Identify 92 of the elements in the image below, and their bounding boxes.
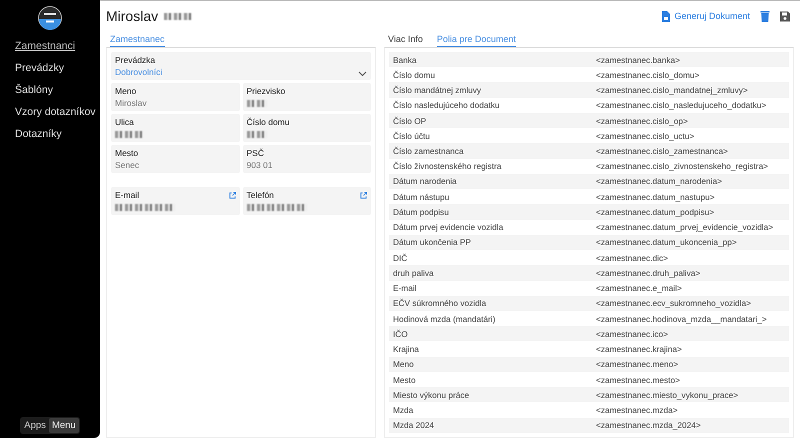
switch-option[interactable]: Menu [48, 418, 79, 433]
field-name: E-mail [393, 283, 418, 294]
field-name: Miesto výkonu práce [393, 390, 470, 400]
field-name: EČV súkromného vozidla [393, 298, 488, 308]
placeholder-tag: <zamestnanec.datum_narodenia> [596, 176, 785, 186]
field-label: Ulica [115, 117, 134, 127]
placeholder-tag: <zamestnanec.cislo_domu> [596, 70, 785, 80]
sidebar-item[interactable]: Dotazníky [15, 128, 100, 140]
placeholder-tag: <zamestnanec.miesto_vykonu_prace> [596, 390, 785, 400]
placeholder-tag: <zamestnanec.datum_podpisu> [596, 206, 785, 217]
field-name: Hodinová mzda (mandatári) [393, 314, 496, 324]
form-field[interactable]: Priezvisko [242, 83, 371, 111]
form-field[interactable]: Mesto Senec [111, 145, 240, 173]
redacted-text [115, 131, 143, 138]
placeholder-tag: <zamestnanec.ecv_sukromneho_vozidla> [596, 298, 785, 308]
page-title: Miroslav [106, 8, 158, 24]
sidebar-item[interactable]: Zamestnanci [15, 40, 100, 52]
field-name: Číslo nasledujúceho dodatku [393, 100, 501, 110]
field-name: Meno [393, 359, 415, 370]
form-field[interactable]: Číslo domu [242, 114, 371, 142]
document-icon [661, 10, 672, 22]
field-name: Dátum ukončenia PP [393, 237, 472, 248]
placeholder-tag: <zamestnanec.cislo_uctu> [596, 130, 785, 141]
field-name: Mzda [393, 405, 414, 415]
field-name: Dátum podpisu [393, 206, 450, 217]
placeholder-tag: <zamestnanec.mzda_2024> [596, 420, 785, 430]
field-name: Číslo živnostenského registra [393, 161, 502, 172]
field-label: PSČ [246, 148, 264, 158]
placeholder-tag: <zamestnanec.mesto> [596, 374, 785, 385]
field-name: Dátum narodenia [393, 176, 458, 186]
redacted-text [246, 131, 266, 138]
placeholder-tag: <zamestnanec.cislo_zivnostenskeho_registra> [596, 161, 785, 172]
placeholder-tag: <zamestnanec.hodinova_mzda__mandatari_> [596, 314, 785, 324]
field-label: Číslo domu [246, 117, 290, 127]
field-label: Telefón [246, 190, 274, 200]
logo-icon [38, 6, 62, 30]
generate-document-button[interactable]: Generuj Dokument [661, 10, 750, 22]
switch-option[interactable]: Apps [21, 418, 49, 433]
placeholder-tag: <zamestnanec.banka> [596, 54, 785, 65]
trash-icon[interactable] [760, 10, 770, 22]
field-name: Číslo domu [393, 70, 436, 80]
field-name: Mzda 2024 [393, 420, 436, 430]
placeholder-tag: <zamestnanec.e_mail> [596, 283, 785, 294]
placeholder-tag: <zamestnanec.krajina> [596, 344, 785, 354]
placeholder-tag: <zamestnanec.datum_prvej_evidencie_vozidla> [596, 222, 785, 232]
field-value: Senec [115, 160, 140, 170]
external-link-icon[interactable] [228, 192, 236, 198]
field-value: 903 01 [246, 160, 272, 170]
placeholder-tag: <zamestnanec.datum_ukoncenia_pp> [596, 237, 785, 248]
placeholder-tag: <zamestnanec.cislo_mandatnej_zmluvy> [596, 85, 785, 96]
field-label: Mesto [115, 148, 138, 158]
placeholder-tag: <zamestnanec.dic> [596, 252, 785, 263]
field-name: IČO [393, 328, 409, 339]
form-field[interactable]: Ulica [111, 114, 240, 142]
field-name: Číslo OP [393, 116, 428, 126]
field-label: E-mail [115, 190, 140, 200]
chevron-down-icon [358, 71, 367, 77]
field-name: Číslo účtu [393, 130, 431, 141]
field-name: Banka [393, 54, 418, 65]
placeholder-tag: <zamestnanec.mzda> [596, 405, 785, 415]
form-field[interactable]: Meno Miroslav [111, 83, 240, 111]
form-field[interactable]: E-mail [111, 187, 240, 215]
placeholder-tag: <zamestnanec.ico> [596, 328, 785, 339]
field-name: Číslo mandátnej zmluvy [393, 85, 482, 96]
save-icon[interactable] [780, 10, 790, 22]
placeholder-tag: <zamestnanec.meno> [596, 359, 785, 370]
placeholder-tag: <zamestnanec.cislo_nasledujuceho_dodatku> [596, 100, 785, 110]
select-field[interactable]: Prevádzka Dobrovolníci [111, 52, 371, 80]
field-value: Miroslav [115, 98, 147, 108]
placeholder-tag: <zamestnanec.druh_paliva> [596, 268, 785, 278]
sidebar-item[interactable]: Prevádzky [15, 62, 100, 74]
sidebar-item[interactable]: Vzory dotazníkov [15, 106, 100, 118]
field-name: Mesto [393, 374, 417, 385]
field-name: druh paliva [393, 268, 435, 278]
sidebar-item[interactable]: Šablóny [15, 84, 100, 96]
form-field[interactable]: PSČ 903 01 [242, 145, 371, 173]
redacted-text [246, 204, 306, 212]
external-link-icon[interactable] [360, 192, 367, 198]
field-label: Meno [115, 86, 136, 96]
field-name: Dátum nástupu [393, 192, 450, 202]
tab[interactable]: Viac Info [388, 34, 423, 47]
field-name: DIČ [393, 252, 408, 263]
field-name: Krajina [393, 344, 420, 354]
redacted-text [246, 100, 266, 108]
redacted-text [115, 204, 175, 212]
placeholder-tag: <zamestnanec.cislo_zamestnanca> [596, 146, 785, 156]
placeholder-tag: <zamestnanec.cislo_op> [596, 116, 785, 126]
field-label: Priezvisko [246, 86, 286, 96]
form-field[interactable]: Telefón [242, 187, 371, 215]
field-name: Dátum prvej evidencie vozidla [393, 222, 504, 232]
field-name: Číslo zamestnanca [393, 146, 465, 156]
placeholder-tag: <zamestnanec.datum_nastupu> [596, 192, 785, 202]
